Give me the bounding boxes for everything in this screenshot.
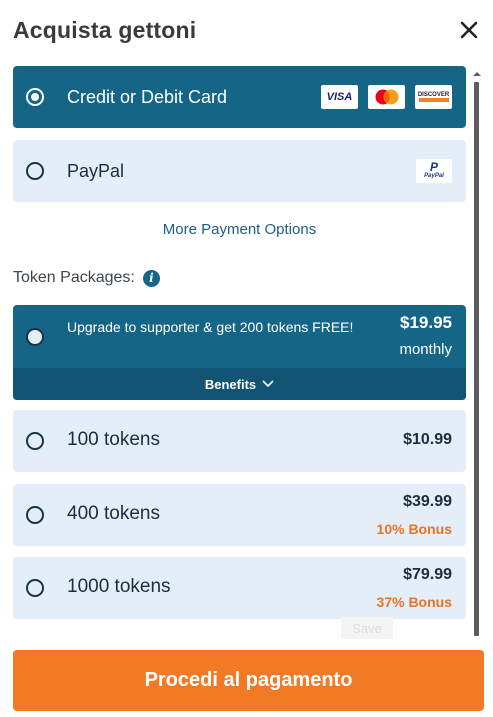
package-price: $79.99 [403, 566, 452, 583]
package-price: $10.99 [403, 431, 452, 448]
supporter-radio[interactable] [26, 328, 44, 346]
proceed-to-payment-button[interactable]: Procedi al pagamento [13, 650, 484, 711]
package-label: 400 tokens [67, 503, 160, 524]
package-radio[interactable] [26, 432, 44, 450]
package-label: 100 tokens [67, 429, 160, 450]
more-payment-options-link[interactable]: More Payment Options [13, 221, 466, 238]
package-price: $39.99 [403, 493, 452, 510]
package-radio[interactable] [26, 579, 44, 597]
paypal-icon: P PayPal [416, 159, 452, 183]
supporter-price: $19.95 [400, 313, 452, 332]
benefits-label: Benefits [204, 376, 257, 392]
package-bonus: 37% Bonus [376, 594, 452, 610]
package-1000-tokens[interactable]: 1000 tokens $79.99 37% Bonus [13, 557, 466, 619]
dialog-title: Acquista gettoni [13, 17, 197, 43]
dialog-header: Acquista gettoni [13, 14, 483, 46]
package-label: 1000 tokens [67, 576, 171, 597]
paypal-radio[interactable] [26, 162, 44, 180]
benefits-toggle[interactable]: Benefits [13, 368, 466, 400]
close-icon[interactable] [455, 16, 483, 44]
paypal-option-label: PayPal [67, 161, 125, 181]
scroll-content: Credit or Debit Card VISA DISCOVER PayPa… [13, 66, 466, 636]
token-packages-heading: Token Packages: i [13, 269, 160, 287]
scrollbar[interactable] [472, 66, 482, 636]
payment-option-card[interactable]: Credit or Debit Card VISA DISCOVER [13, 66, 466, 128]
mastercard-icon [368, 85, 405, 109]
card-radio[interactable] [26, 88, 44, 106]
scroll-up-arrow-icon[interactable] [473, 70, 481, 78]
visa-icon: VISA [321, 85, 358, 109]
package-bonus: 10% Bonus [376, 521, 452, 537]
card-option-label: Credit or Debit Card [67, 87, 228, 107]
supporter-period: monthly [399, 341, 452, 358]
package-400-tokens[interactable]: 400 tokens $39.99 10% Bonus [13, 484, 466, 546]
supporter-text: Upgrade to supporter & get 200 tokens FR… [67, 319, 354, 335]
token-packages-label: Token Packages: [13, 269, 135, 286]
package-radio[interactable] [26, 506, 44, 524]
package-100-tokens[interactable]: 100 tokens $10.99 [13, 410, 466, 472]
discover-icon: DISCOVER [415, 85, 452, 109]
supporter-package[interactable]: Upgrade to supporter & get 200 tokens FR… [13, 305, 466, 400]
chevron-down-icon [262, 380, 274, 388]
payment-option-paypal[interactable]: PayPal P PayPal [13, 140, 466, 202]
save-ghost-label: Save [341, 617, 393, 639]
info-icon[interactable]: i [142, 269, 160, 287]
scrollbar-thumb[interactable] [474, 82, 479, 636]
